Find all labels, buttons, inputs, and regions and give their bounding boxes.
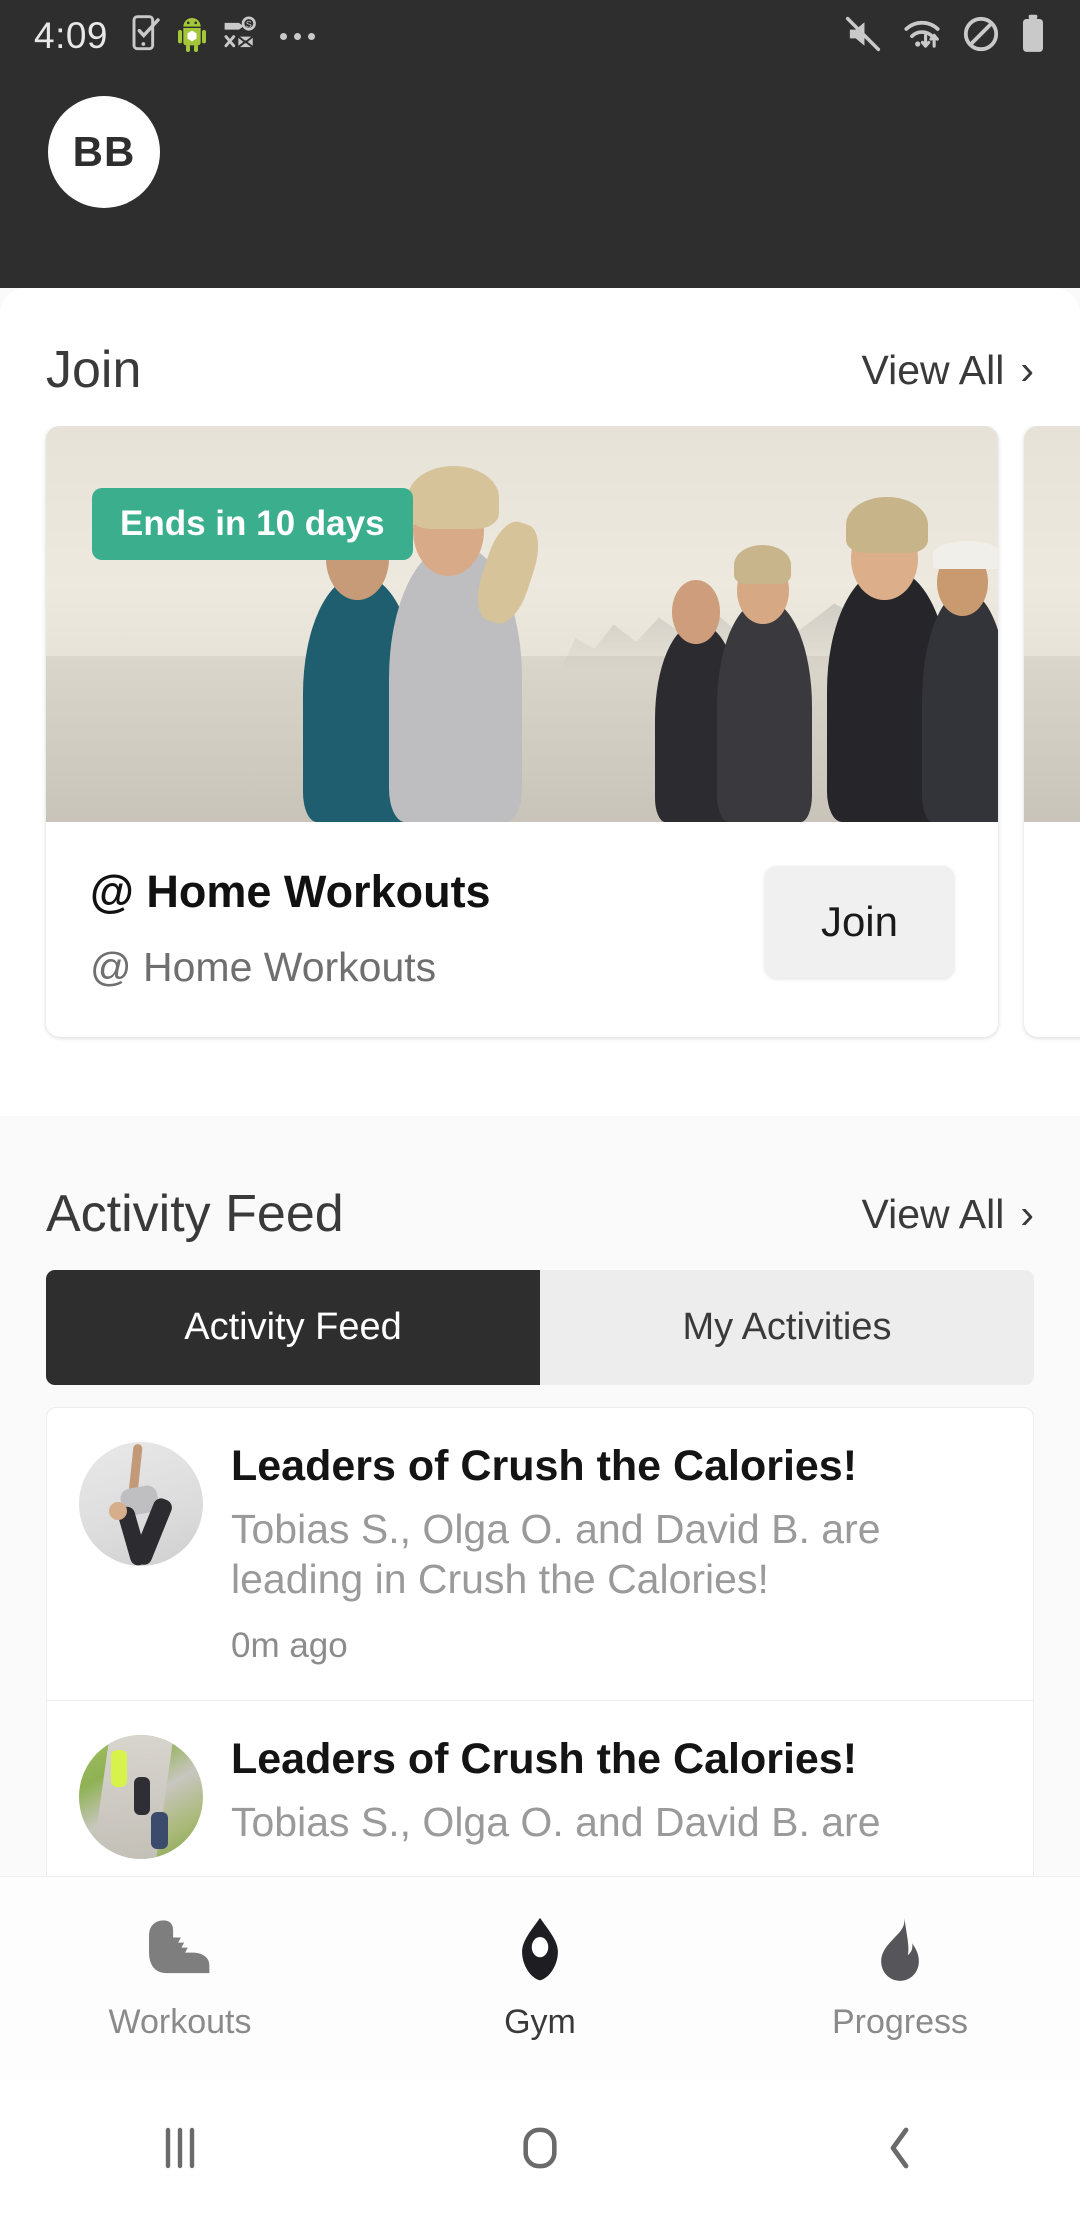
activity-feed-list: Leaders of Crush the Calories! Tobias S.… <box>46 1407 1034 1895</box>
nav-item-progress[interactable]: Progress <box>720 1916 1080 2042</box>
list-item[interactable]: Leaders of Crush the Calories! Tobias S.… <box>47 1408 1033 1700</box>
page-title: Join <box>46 341 142 399</box>
join-view-all-button[interactable]: View All › <box>862 347 1034 394</box>
do-not-disturb-icon <box>962 15 1000 58</box>
join-section-header: Join View All › <box>0 288 1080 426</box>
activity-title: Leaders of Crush the Calories! <box>231 1735 858 1784</box>
challenge-card[interactable]: Ends in 10 days @ Home Workouts @ Home W… <box>46 426 998 1037</box>
status-bar: 4:09 S <box>0 0 1080 72</box>
activity-feed-section: Activity Feed View All › Activity Feed M… <box>0 1116 1080 1895</box>
volume-muted-icon <box>844 15 882 58</box>
data-saver-off-icon: S <box>222 15 256 58</box>
app-header: BB <box>0 72 1080 288</box>
list-item[interactable]: Leaders of Crush the Calories! Tobias S.… <box>47 1700 1033 1893</box>
avatar <box>79 1442 203 1566</box>
challenge-hero-image-next <box>1024 426 1080 822</box>
tab-my-activities[interactable]: My Activities <box>540 1270 1034 1385</box>
activity-feed-title: Activity Feed <box>46 1185 344 1243</box>
challenge-card-next[interactable] <box>1024 426 1080 1037</box>
avatar-initials: BB <box>72 128 136 175</box>
challenge-subtitle: @ Home Workouts <box>90 944 437 990</box>
recents-icon <box>160 2124 200 2177</box>
gym-pin-icon <box>504 1916 576 1987</box>
challenge-title: @ Home Workouts <box>90 866 491 917</box>
activity-description: Tobias S., Olga O. and David B. are <box>231 1799 881 1846</box>
chevron-right-icon: › <box>1020 1190 1034 1237</box>
join-view-all-label: View All <box>861 346 1005 393</box>
join-button[interactable]: Join <box>764 866 954 978</box>
battery-full-icon <box>1020 14 1046 59</box>
nav-item-gym[interactable]: Gym <box>360 1916 720 2042</box>
activity-title: Leaders of Crush the Calories! <box>231 1442 858 1490</box>
back-icon <box>880 2124 920 2177</box>
chevron-right-icon: › <box>1020 346 1034 393</box>
android-navigation-bar <box>0 2080 1080 2220</box>
avatar <box>79 1735 203 1860</box>
nav-item-workouts[interactable]: Workouts <box>0 1916 360 2042</box>
activity-view-all-button[interactable]: View All › <box>862 1191 1034 1238</box>
activity-view-all-label: View All <box>861 1190 1005 1237</box>
activity-timestamp: 0m ago <box>231 1626 348 1666</box>
join-carousel[interactable]: Ends in 10 days @ Home Workouts @ Home W… <box>0 426 1080 1116</box>
flame-icon <box>864 1916 936 1987</box>
status-time: 4:09 <box>34 15 109 56</box>
avatar[interactable]: BB <box>48 96 160 208</box>
home-icon <box>519 2124 561 2177</box>
activity-tabs: Activity Feed My Activities <box>46 1270 1034 1385</box>
more-notifications-icon <box>280 32 316 40</box>
tab-activity-feed[interactable]: Activity Feed <box>46 1270 540 1385</box>
android-robot-icon <box>176 15 208 58</box>
back-button[interactable] <box>720 2124 1080 2177</box>
status-system-icons <box>844 14 1046 59</box>
nav-label-workouts: Workouts <box>108 2002 252 2041</box>
activity-section-header: Activity Feed View All › <box>0 1132 1080 1270</box>
svg-text:S: S <box>246 19 252 29</box>
recents-button[interactable] <box>0 2124 360 2177</box>
nav-label-progress: Progress <box>831 2002 969 2041</box>
wifi-transfer-icon <box>902 15 942 58</box>
bottom-navigation: Workouts Gym Progress <box>0 1876 1080 2080</box>
status-notification-icons: S <box>130 14 256 58</box>
activity-description: Tobias S., Olga O. and David B. are lead… <box>231 1506 881 1603</box>
challenge-hero-image: Ends in 10 days <box>46 426 998 822</box>
status-badge: Ends in 10 days <box>92 488 413 560</box>
nav-label-gym: Gym <box>504 2002 576 2041</box>
home-button[interactable] <box>360 2124 720 2177</box>
shoe-icon <box>141 1916 219 1987</box>
sim-check-icon <box>130 14 162 58</box>
